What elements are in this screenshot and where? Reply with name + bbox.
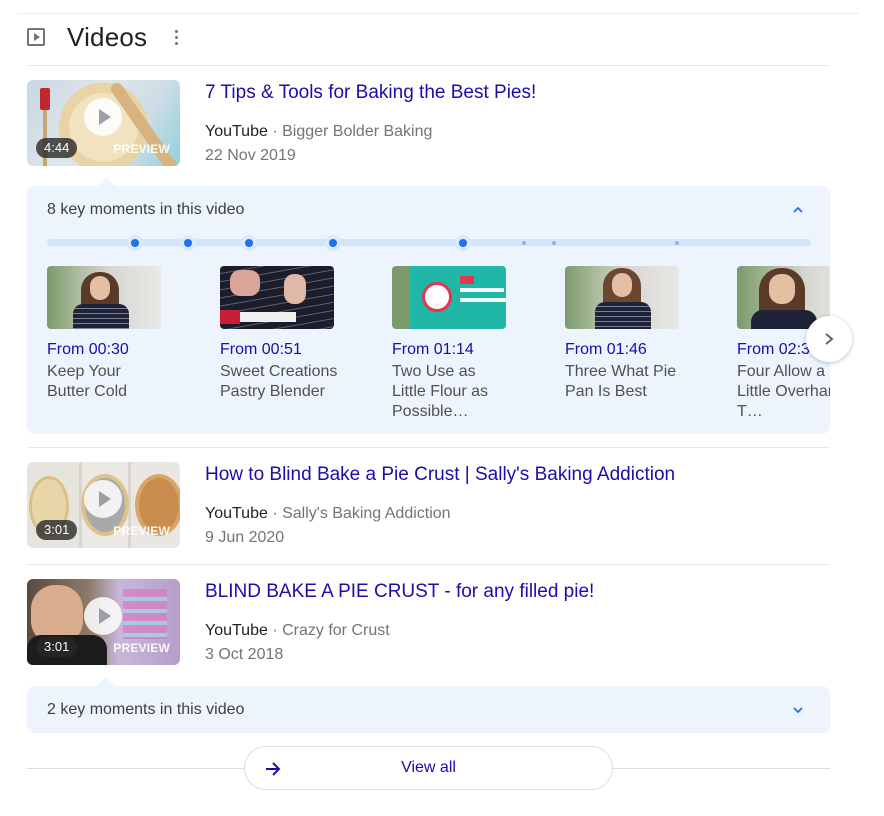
key-moment-item[interactable]: From 00:30 Keep Your Butter Cold (47, 266, 197, 402)
timeline-marker[interactable] (675, 240, 679, 245)
video-date: 22 Nov 2019 (205, 147, 296, 164)
timeline-marker[interactable] (522, 240, 526, 245)
moment-label: Four Allow a Little Overhang T… (737, 363, 830, 420)
video-site: YouTube (205, 123, 268, 140)
video-result: 3:01 PREVIEW How to Blind Bake a Pie Cru… (27, 462, 830, 550)
more-vert-icon[interactable] (171, 29, 181, 45)
key-moments-panel[interactable]: 2 key moments in this video (27, 686, 830, 733)
thumbnail-art (284, 274, 306, 304)
panel-notch (97, 677, 115, 686)
moment-timestamp: From 00:30 (47, 341, 129, 358)
videos-header: Videos (27, 20, 181, 54)
section-title: Videos (67, 21, 148, 52)
duration-badge: 3:01 (36, 637, 78, 657)
moment-label: Three What Pie Pan Is Best (565, 363, 677, 400)
key-moment-item[interactable]: From 01:14 Two Use as Little Flour as Po… (392, 266, 542, 422)
timeline-marker[interactable] (459, 238, 467, 247)
timeline-marker[interactable] (131, 238, 139, 247)
view-all-label: View all (401, 759, 456, 776)
duration-badge: 3:01 (36, 520, 78, 540)
moment-thumbnail (392, 266, 506, 329)
play-icon (84, 98, 122, 136)
thumbnail-art (595, 302, 651, 329)
play-box-icon (27, 28, 45, 46)
thumbnail-art (240, 312, 296, 322)
thumbnail-art (230, 270, 260, 296)
thumbnail-art (612, 273, 632, 297)
moment-label: Two Use as Little Flour as Possible… (392, 363, 489, 420)
separator: · (267, 505, 283, 522)
timeline-marker[interactable] (184, 238, 192, 247)
video-date: 9 Jun 2020 (205, 529, 285, 546)
key-moments-carousel: From 00:30 Keep Your Butter Cold From 00… (47, 266, 830, 426)
video-thumbnail[interactable]: 4:44 PREVIEW (27, 80, 180, 166)
panel-notch (97, 177, 115, 186)
top-divider (17, 13, 859, 14)
thumbnail-art (90, 276, 110, 300)
moment-label: Sweet Creations Pastry Blender (220, 363, 338, 400)
timeline-marker[interactable] (552, 240, 556, 245)
separator: · (267, 123, 283, 140)
video-title-link[interactable]: BLIND BAKE A PIE CRUST - for any filled … (205, 581, 594, 603)
chevron-down-icon[interactable] (792, 704, 804, 716)
video-source: YouTube · Crazy for Crust (205, 622, 390, 640)
key-moment-item[interactable]: From 01:46 Three What Pie Pan Is Best (565, 266, 715, 402)
timeline-marker[interactable] (329, 238, 337, 247)
moment-timestamp: From 01:46 (565, 341, 647, 358)
preview-label: PREVIEW (113, 641, 170, 655)
video-result: 3:01 PREVIEW BLIND BAKE A PIE CRUST - fo… (27, 579, 830, 667)
video-source: YouTube · Bigger Bolder Baking (205, 123, 432, 141)
separator: · (267, 622, 283, 639)
video-site: YouTube (205, 505, 268, 522)
video-thumbnail[interactable]: 3:01 PREVIEW (27, 462, 180, 548)
play-icon (84, 480, 122, 518)
key-moments-summary[interactable]: 2 key moments in this video (47, 686, 244, 733)
view-all-button[interactable]: View all (244, 746, 613, 790)
duration-badge: 4:44 (36, 138, 78, 158)
video-result: 4:44 PREVIEW 7 Tips & Tools for Baking t… (27, 80, 830, 168)
thumbnail-art (123, 589, 167, 639)
divider (27, 65, 830, 66)
moment-thumbnail (220, 266, 334, 329)
thumbnail-art (769, 274, 795, 304)
moment-thumbnail (565, 266, 679, 329)
preview-label: PREVIEW (113, 142, 170, 156)
chevron-up-icon[interactable] (792, 204, 804, 216)
video-source: YouTube · Sally's Baking Addiction (205, 505, 451, 523)
timeline-marker[interactable] (245, 238, 253, 247)
thumbnail-art (220, 310, 240, 324)
video-thumbnail[interactable]: 3:01 PREVIEW (27, 579, 180, 665)
thumbnail-art (460, 298, 506, 302)
video-channel: Sally's Baking Addiction (282, 505, 451, 522)
divider (27, 564, 830, 565)
moment-timestamp: From 01:14 (392, 341, 474, 358)
key-moments-summary[interactable]: 8 key moments in this video (47, 186, 244, 234)
moment-timestamp: From 00:51 (220, 341, 302, 358)
video-title-link[interactable]: 7 Tips & Tools for Baking the Best Pies! (205, 82, 536, 104)
moment-label: Keep Your Butter Cold (47, 363, 128, 400)
thumbnail-art (460, 288, 504, 292)
video-channel: Bigger Bolder Baking (282, 123, 433, 140)
video-site: YouTube (205, 622, 268, 639)
key-moment-item[interactable]: From 00:51 Sweet Creations Pastry Blende… (220, 266, 370, 402)
key-moments-panel: 8 key moments in this video From 00:30 K… (27, 186, 830, 434)
thumbnail-art (40, 88, 50, 110)
thumbnail-art (460, 276, 474, 284)
play-icon (84, 597, 122, 635)
divider (27, 447, 830, 448)
thumbnail-art (751, 310, 817, 329)
thumbnail-art (73, 304, 129, 329)
thumbnail-art (422, 282, 452, 312)
preview-label: PREVIEW (113, 524, 170, 538)
video-date: 3 Oct 2018 (205, 646, 284, 663)
video-channel: Crazy for Crust (282, 622, 390, 639)
moment-thumbnail (47, 266, 161, 329)
carousel-next-button[interactable] (806, 316, 852, 362)
video-title-link[interactable]: How to Blind Bake a Pie Crust | Sally's … (205, 464, 675, 486)
key-moments-timeline[interactable] (47, 238, 811, 247)
chevron-right-icon (825, 333, 834, 345)
